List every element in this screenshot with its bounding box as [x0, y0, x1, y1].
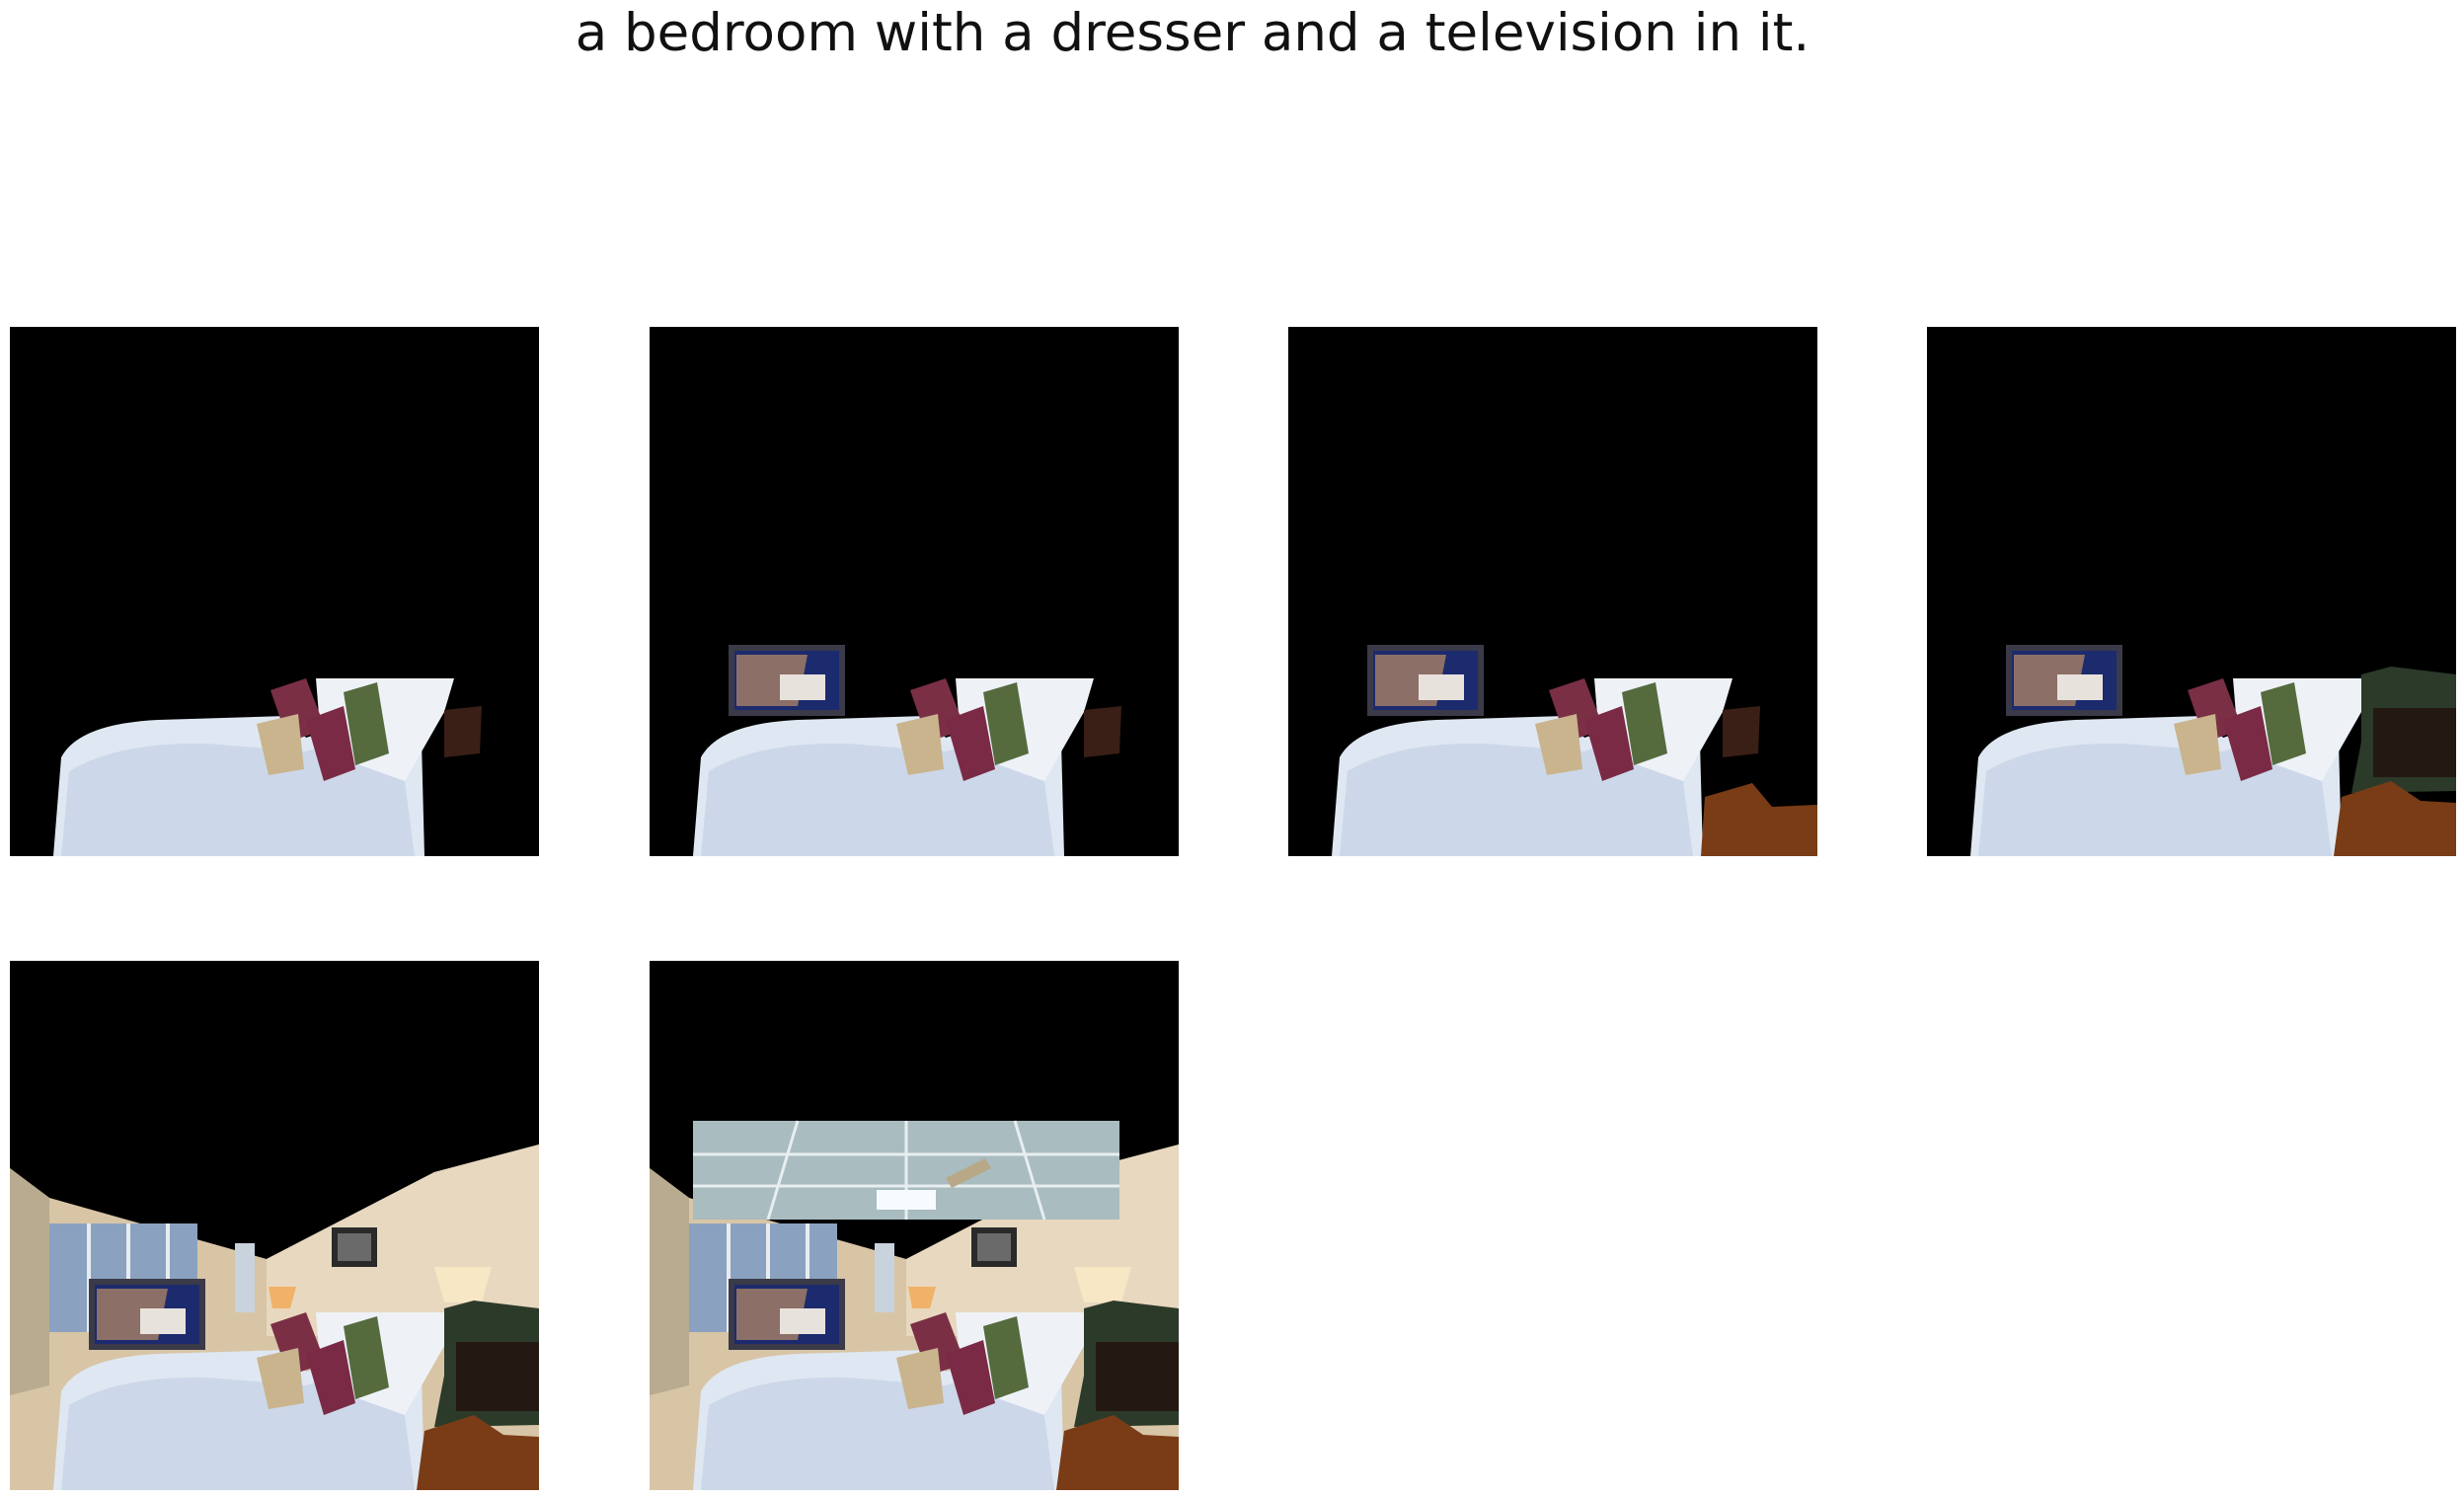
generation-panel-6: [650, 961, 1179, 1490]
panel-4-image: [1970, 645, 2456, 856]
figure-caption: a bedroom with a dresser and a televisio…: [575, 3, 1810, 63]
panel-3-image: [1332, 645, 1817, 856]
panel-5-image: [10, 1144, 539, 1490]
tv-layer: [729, 1279, 845, 1350]
generation-panel-1: [10, 327, 539, 856]
generation-panel-2: [650, 327, 1179, 856]
ceiling-layer: [693, 1120, 1119, 1221]
tv-layer: [2006, 645, 2122, 716]
picture-layer: [971, 1227, 1017, 1267]
tv-layer: [729, 645, 845, 716]
panel-6-image: [650, 1120, 1179, 1490]
panel-1-image: [53, 678, 482, 856]
panel-2-image: [693, 645, 1121, 856]
tv-layer: [89, 1279, 205, 1350]
bed-layer: [53, 678, 482, 856]
picture-layer: [332, 1227, 377, 1267]
generation-panel-4: [1927, 327, 2456, 856]
generation-panel-3: [1288, 327, 1817, 856]
floor-layer: [1701, 783, 1817, 856]
tv-layer: [1367, 645, 1484, 716]
generation-panel-5: [10, 961, 539, 1490]
